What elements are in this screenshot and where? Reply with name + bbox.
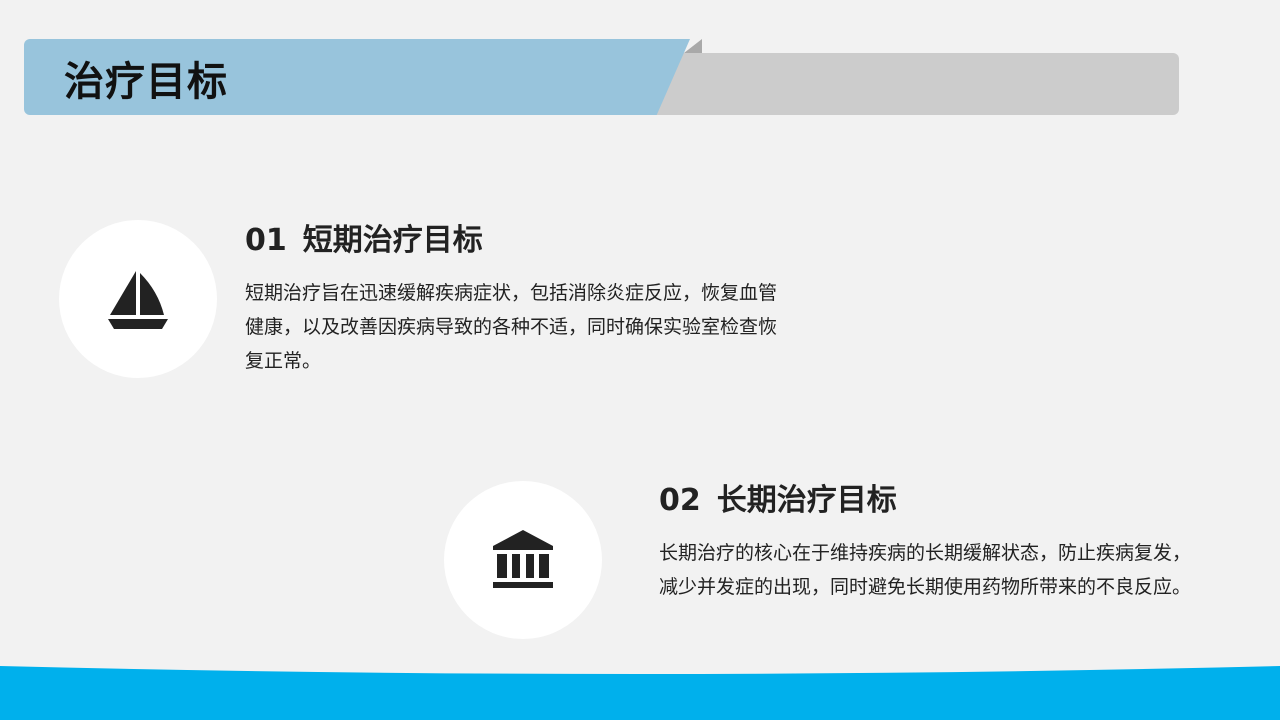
header-grey-band xyxy=(620,53,1179,115)
goal-1-title: 短期治疗目标 xyxy=(302,223,483,258)
goal-2-title: 长期治疗目标 xyxy=(716,483,897,518)
goal-2-number: 02 xyxy=(659,483,701,518)
goal-1-icon-circle xyxy=(59,220,217,378)
goal-1-block: 01 短期治疗目标 短期治疗旨在迅速缓解疾病症状，包括消除炎症反应，恢复血管健康，… xyxy=(245,220,790,378)
goal-2-block: 02 长期治疗目标 长期治疗的核心在于维持疾病的长期缓解状态，防止疾病复发，减少并… xyxy=(659,480,1204,604)
page-title: 治疗目标 xyxy=(64,59,228,105)
goal-1-number: 01 xyxy=(245,223,287,258)
goal-1-heading: 01 短期治疗目标 xyxy=(245,220,790,262)
goal-2-description: 长期治疗的核心在于维持疾病的长期缓解状态，防止疾病复发，减少并发症的出现，同时避… xyxy=(659,542,1192,598)
goal-2-heading: 02 长期治疗目标 xyxy=(659,480,1204,522)
bank-building-icon xyxy=(493,530,553,588)
goal-2-icon-circle xyxy=(444,481,602,639)
sailboat-icon xyxy=(108,271,168,329)
goal-1-description: 短期治疗旨在迅速缓解疾病症状，包括消除炎症反应，恢复血管健康，以及改善因疾病导致… xyxy=(245,282,778,372)
bottom-wave-band xyxy=(0,666,1280,720)
